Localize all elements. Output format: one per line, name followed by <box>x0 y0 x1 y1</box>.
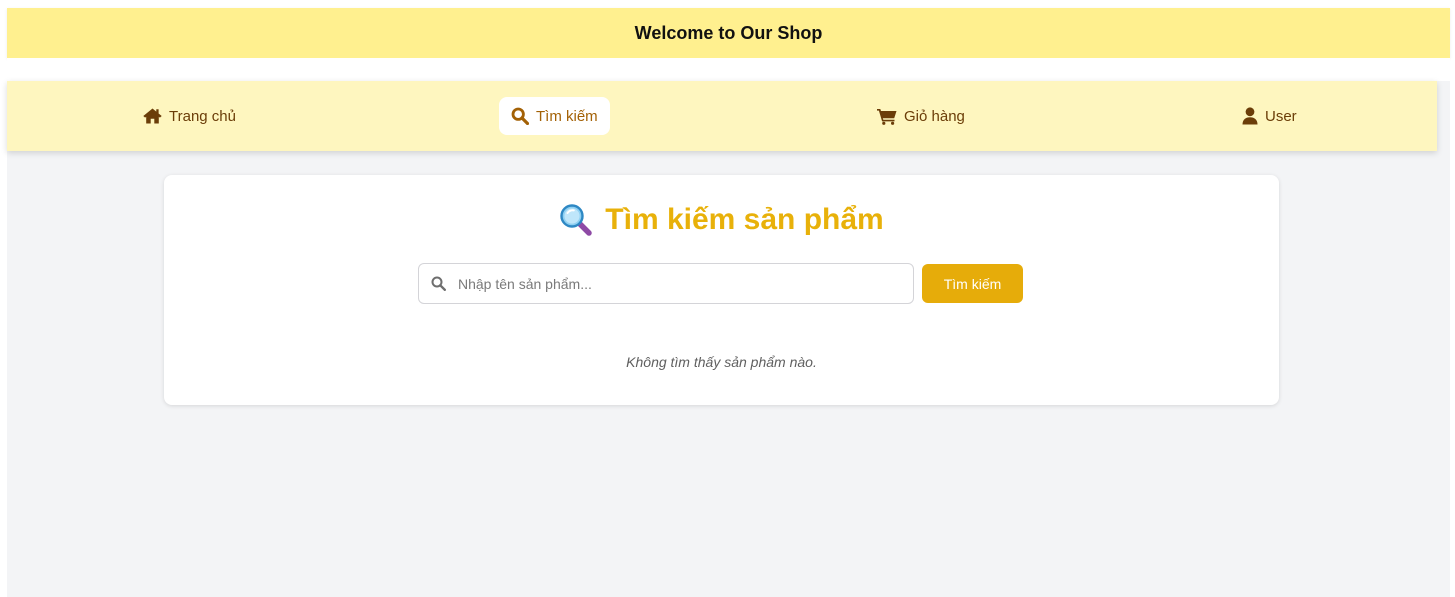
search-input[interactable] <box>419 264 913 303</box>
empty-results-message: Không tìm thấy sản phẩm nào. <box>626 354 817 370</box>
search-icon <box>511 107 529 125</box>
nav-item-user[interactable]: User <box>1230 97 1309 135</box>
cart-icon <box>877 108 897 125</box>
magnifier-emoji-icon <box>560 204 593 236</box>
search-field-icon <box>431 276 446 291</box>
banner-title: Welcome to Our Shop <box>634 22 823 43</box>
nav-item-cart[interactable]: Giỏ hàng <box>865 97 977 135</box>
search-button[interactable]: Tìm kiếm <box>922 264 1023 303</box>
nav-label-home: Trang chủ <box>169 107 236 125</box>
search-card: Tìm kiếm sản phẩm Tìm kiếm Không tìm thấ… <box>164 175 1279 405</box>
search-box <box>418 263 914 304</box>
nav-label-cart: Giỏ hàng <box>904 107 965 125</box>
nav-label-search: Tìm kiếm <box>536 107 598 125</box>
top-banner: Welcome to Our Shop <box>7 8 1450 58</box>
banner-spacer <box>7 58 1450 81</box>
user-icon <box>1242 107 1258 125</box>
nav-item-search[interactable]: Tìm kiếm <box>499 97 610 135</box>
page-title: Tìm kiếm sản phẩm <box>164 203 1279 237</box>
navbar: Trang chủ Tìm kiếm Giỏ hàng User <box>7 81 1437 151</box>
home-icon <box>143 108 162 124</box>
page: Welcome to Our Shop Trang chủ Tìm kiếm G… <box>7 8 1450 597</box>
nav-label-user: User <box>1265 107 1297 125</box>
page-title-text: Tìm kiếm sản phẩm <box>605 203 884 236</box>
nav-item-home[interactable]: Trang chủ <box>131 97 248 135</box>
